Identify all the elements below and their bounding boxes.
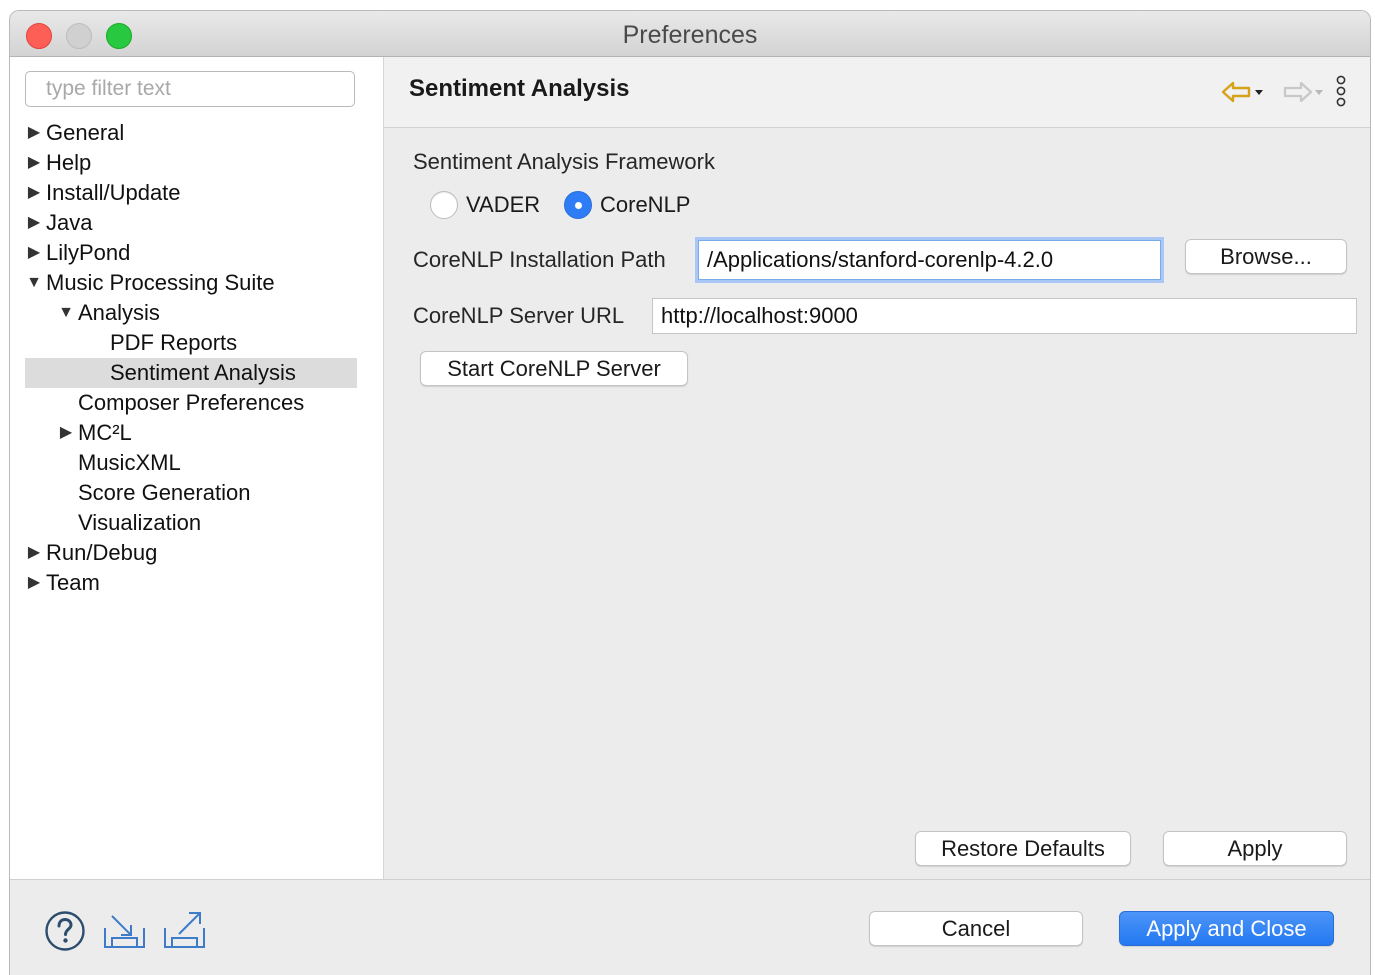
corenlp-radio-label[interactable]: CoreNLP <box>600 192 690 218</box>
export-button[interactable] <box>162 910 208 957</box>
preferences-sidebar: ▶General▶Help▶Install/Update▶Java▶LilyPo… <box>10 57 384 879</box>
back-arrow-icon <box>1221 81 1263 103</box>
collapsed-triangle-icon[interactable]: ▶ <box>25 568 43 598</box>
forward-arrow-icon <box>1283 81 1323 103</box>
forward-button[interactable] <box>1280 77 1326 112</box>
vader-radio[interactable] <box>430 191 458 219</box>
tree-item[interactable]: ▼ Analysis <box>25 298 357 328</box>
preferences-window: Preferences ▶General▶Help▶Install/Update… <box>9 10 1371 975</box>
tree-item[interactable]: ▶ Run/Debug <box>25 538 357 568</box>
export-icon <box>164 912 205 948</box>
collapsed-triangle-icon[interactable]: ▶ <box>25 538 43 568</box>
preference-page: Sentiment Analysis Sentiment Analysis Fr… <box>384 57 1370 879</box>
tree-item-label: MC²L <box>78 420 132 445</box>
filter-input[interactable] <box>25 71 355 107</box>
page-title: Sentiment Analysis <box>409 75 630 102</box>
tree-item[interactable]: Score Generation <box>25 478 357 508</box>
tree-item-label: MusicXML <box>78 450 181 475</box>
framework-label: Sentiment Analysis Framework <box>413 149 715 174</box>
window-title: Preferences <box>622 21 758 49</box>
collapsed-triangle-icon[interactable]: ▶ <box>57 418 75 448</box>
dialog-button-bar: Cancel Apply and Close <box>10 879 1370 975</box>
title-bar: Preferences <box>10 11 1370 57</box>
tree-item-label: Java <box>46 210 93 235</box>
tree-item[interactable]: ▶ Team <box>25 568 357 598</box>
collapsed-triangle-icon[interactable]: ▶ <box>25 148 43 178</box>
collapsed-triangle-icon[interactable]: ▶ <box>25 208 43 238</box>
apply-and-close-button[interactable]: Apply and Close <box>1119 911 1334 946</box>
install-path-label: CoreNLP Installation Path <box>413 247 666 272</box>
tree-item[interactable]: ▶ MC²L <box>25 418 357 448</box>
preference-tree: ▶ General ▶ Help ▶ Install/Update ▶ Java ▶ LilyPo… <box>25 118 357 598</box>
tree-item[interactable]: ▶ Install/Update <box>25 178 357 208</box>
import-button[interactable] <box>102 910 148 957</box>
start-server-button[interactable]: Start CoreNLP Server <box>420 351 688 386</box>
tree-item-label: Team <box>46 570 100 595</box>
expanded-triangle-icon[interactable]: ▼ <box>57 298 75 328</box>
collapsed-triangle-icon[interactable]: ▶ <box>25 118 43 148</box>
tree-item-label: Install/Update <box>46 180 181 205</box>
tree-item-label: Score Generation <box>78 480 251 505</box>
tree-item-label: Help <box>46 150 92 175</box>
browse-button[interactable]: Browse... <box>1185 239 1347 274</box>
import-icon <box>104 915 145 948</box>
tree-item[interactable]: Sentiment Analysis <box>25 358 357 388</box>
tree-item-label: Analysis <box>78 300 160 325</box>
cancel-button[interactable]: Cancel <box>869 911 1083 946</box>
collapsed-triangle-icon[interactable]: ▶ <box>25 238 43 268</box>
install-path-field[interactable] <box>698 240 1161 280</box>
restore-defaults-button[interactable]: Restore Defaults <box>915 831 1131 866</box>
view-menu-icon <box>1336 75 1346 107</box>
corenlp-radio[interactable] <box>564 191 592 219</box>
tree-item-label: Music Processing Suite <box>46 270 275 295</box>
tree-item-label: Visualization <box>78 510 202 535</box>
tree-item-label: LilyPond <box>46 240 131 265</box>
help-icon <box>45 911 85 951</box>
tree-item-label: Sentiment Analysis <box>110 360 296 385</box>
tree-item-label: Run/Debug <box>46 540 158 565</box>
page-navigation <box>1220 75 1350 109</box>
expanded-triangle-icon[interactable]: ▼ <box>25 268 43 298</box>
back-button[interactable] <box>1220 77 1266 112</box>
server-url-label: CoreNLP Server URL <box>413 303 625 328</box>
server-url-field[interactable] <box>652 298 1357 334</box>
page-header: Sentiment Analysis <box>384 57 1370 128</box>
view-menu-button[interactable] <box>1334 75 1348 112</box>
tree-item-label: PDF Reports <box>110 330 238 355</box>
apply-button[interactable]: Apply <box>1163 831 1347 866</box>
tree-item[interactable]: Visualization <box>25 508 357 538</box>
tree-item-label: General <box>46 120 125 145</box>
tree-item[interactable]: ▶ Help <box>25 148 357 178</box>
help-button[interactable] <box>44 910 86 957</box>
tree-item[interactable]: ▶ Java <box>25 208 357 238</box>
collapsed-triangle-icon[interactable]: ▶ <box>25 178 43 208</box>
vader-radio-label[interactable]: VADER <box>466 192 540 218</box>
tree-item[interactable]: Composer Preferences <box>25 388 357 418</box>
tree-item[interactable]: PDF Reports <box>25 328 357 358</box>
tree-item[interactable]: ▶ General <box>25 118 357 148</box>
tree-item[interactable]: ▼ Music Processing Suite <box>25 268 357 298</box>
tree-item[interactable]: MusicXML <box>25 448 357 478</box>
tree-item[interactable]: ▶ LilyPond <box>25 238 357 268</box>
tree-item-label: Composer Preferences <box>78 390 305 415</box>
